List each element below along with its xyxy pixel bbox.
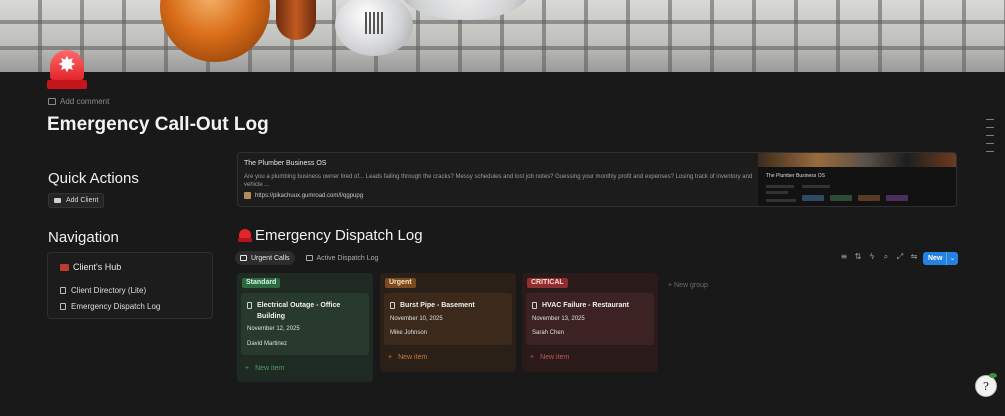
- new-item-label: New item: [255, 365, 285, 372]
- nav-link-client-directory[interactable]: Client Directory (Lite): [60, 286, 146, 295]
- nav-link-label: Emergency Dispatch Log: [71, 302, 161, 311]
- database-title-text: Emergency Dispatch Log: [255, 227, 423, 244]
- siren-icon[interactable]: ✸: [47, 50, 87, 90]
- tab-label: Active Dispatch Log: [316, 254, 379, 262]
- page-icon: [60, 303, 66, 310]
- new-item-label: New item: [540, 354, 570, 361]
- clients-hub-label: Client's Hub: [73, 262, 122, 272]
- group-label[interactable]: Urgent: [385, 278, 416, 288]
- cover-image: [0, 0, 1005, 72]
- automation-icon[interactable]: ϟ: [868, 252, 876, 262]
- card-title: HVAC Failure - Restaurant: [532, 300, 629, 311]
- bookmark-title: The Plumber Business OS: [244, 160, 327, 167]
- cover-smoke-detector: [335, 0, 413, 56]
- leaf-icon: [989, 373, 997, 378]
- card-date: November 10, 2025: [390, 316, 443, 322]
- group-label[interactable]: CRITICAL: [527, 278, 568, 288]
- filter-icon[interactable]: ≡: [840, 252, 848, 262]
- cover-lamp: [160, 0, 270, 62]
- bookmark-thumbnail: The Plumber Business OS: [758, 153, 956, 206]
- page-icon: [390, 302, 395, 309]
- database-title[interactable]: Emergency Dispatch Log: [238, 227, 423, 244]
- add-client-button[interactable]: Add Client: [48, 193, 105, 208]
- plus-icon: +: [530, 354, 535, 361]
- card-date: November 12, 2025: [247, 326, 300, 332]
- new-button[interactable]: New ⌄: [923, 252, 958, 265]
- table-icon: [305, 255, 313, 261]
- database-toolbar: ≡ ⇅ ϟ ⌕ ⤢ ⇋: [840, 252, 918, 262]
- favicon-icon: [244, 192, 251, 199]
- briefcase-icon: [60, 287, 66, 294]
- help-button[interactable]: ?: [975, 373, 997, 397]
- card-person: David Martinez: [247, 341, 288, 347]
- card-title: Electrical Outage - Office Building: [247, 300, 357, 322]
- navigation-heading: Navigation: [48, 229, 119, 246]
- board-card[interactable]: Burst Pipe - Basement November 10, 2025 …: [384, 293, 512, 345]
- briefcase-icon: [60, 263, 69, 271]
- new-item-button[interactable]: + New item: [530, 354, 569, 361]
- new-item-button[interactable]: + New item: [388, 354, 427, 361]
- new-item-label: New item: [398, 354, 428, 361]
- card-person: Sarah Chen: [532, 330, 565, 336]
- new-group-button[interactable]: + New group: [668, 282, 708, 289]
- new-item-button[interactable]: + New item: [245, 365, 284, 372]
- settings-icon[interactable]: ⇋: [910, 252, 918, 262]
- card-title-text: Electrical Outage - Office Building: [257, 302, 341, 320]
- web-bookmark[interactable]: The Plumber Business OS Are you a plumbi…: [237, 152, 957, 207]
- cover-lamp-glass: [276, 0, 316, 40]
- tab-label: Urgent Calls: [251, 254, 290, 262]
- add-comment-button[interactable]: Add comment: [48, 97, 109, 106]
- page-icon: [247, 302, 252, 309]
- bookmark-url-text: https://pikachuux.gumroad.com/l/qgpupg: [255, 192, 364, 199]
- add-comment-label: Add comment: [60, 97, 110, 106]
- tab-active-dispatch-log[interactable]: Active Dispatch Log: [301, 251, 384, 265]
- search-icon[interactable]: ⌕: [882, 252, 890, 262]
- group-label[interactable]: Standard: [242, 278, 281, 288]
- new-button-label: New: [928, 255, 943, 262]
- table-of-contents-outline[interactable]: [986, 119, 994, 159]
- card-date: November 13, 2025: [532, 316, 585, 322]
- board-group-critical: CRITICAL HVAC Failure - Restaurant Novem…: [522, 273, 658, 372]
- clients-hub-heading: Client's Hub: [60, 262, 121, 272]
- board-card[interactable]: Electrical Outage - Office Building Nove…: [241, 293, 369, 355]
- expand-icon[interactable]: ⤢: [896, 252, 904, 262]
- add-client-label: Add Client: [66, 197, 99, 204]
- plus-icon: +: [245, 365, 250, 372]
- card-person: Mike Johnson: [390, 330, 428, 336]
- board-icon: [240, 255, 247, 261]
- tab-urgent-calls[interactable]: Urgent Calls: [235, 251, 295, 265]
- cover-smoke-detector-2: [400, 0, 530, 20]
- page-icon: [532, 302, 537, 309]
- quick-actions-heading: Quick Actions: [48, 170, 139, 187]
- nav-link-emergency-dispatch-log[interactable]: Emergency Dispatch Log: [60, 302, 160, 311]
- card-title: Burst Pipe - Basement: [390, 300, 475, 311]
- thumbnail-title: The Plumber Business OS: [766, 173, 825, 179]
- bookmark-url: https://pikachuux.gumroad.com/l/qgpupg: [244, 192, 363, 199]
- nav-link-label: Client Directory (Lite): [71, 286, 147, 295]
- board-group-standard: Standard Electrical Outage - Office Buil…: [237, 273, 373, 382]
- board-group-urgent: Urgent Burst Pipe - Basement November 10…: [380, 273, 516, 372]
- navigation-callout: Client's Hub Client Directory (Lite) Eme…: [47, 252, 213, 319]
- view-tabs: Urgent Calls Active Dispatch Log: [235, 251, 383, 265]
- card-title-text: HVAC Failure - Restaurant: [542, 302, 629, 309]
- briefcase-icon: [54, 198, 61, 203]
- plus-icon: +: [388, 354, 393, 361]
- chevron-down-icon[interactable]: ⌄: [946, 252, 958, 265]
- help-icon: ?: [983, 380, 989, 393]
- card-title-text: Burst Pipe - Basement: [400, 302, 475, 309]
- siren-icon: [238, 229, 252, 242]
- bookmark-description: Are you a plumbing business owner tired …: [244, 174, 753, 188]
- page-title[interactable]: Emergency Call-Out Log: [47, 114, 269, 136]
- sort-icon[interactable]: ⇅: [854, 252, 862, 262]
- board-card[interactable]: HVAC Failure - Restaurant November 13, 2…: [526, 293, 654, 345]
- comment-icon: [48, 98, 56, 105]
